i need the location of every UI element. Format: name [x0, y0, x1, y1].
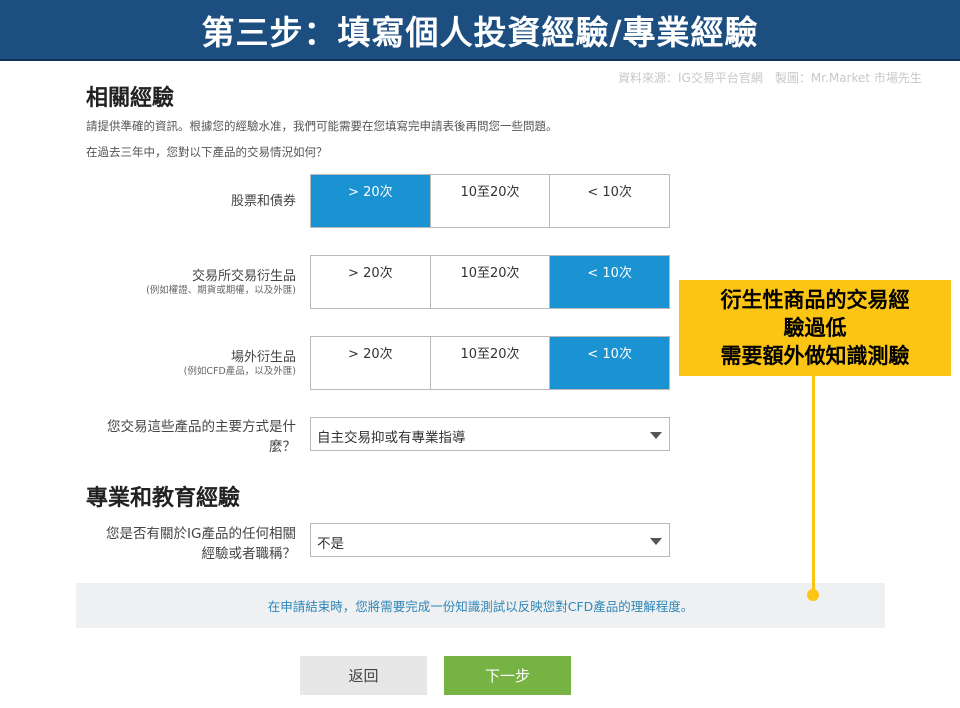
experience-intro: 請提供準確的資訊。根據您的經驗水准，我們可能需要在您填寫完申請表後再問您一些問題… — [86, 119, 558, 133]
segmented-exchange-derivatives: > 20次 10至20次 < 10次 — [310, 255, 670, 309]
row-label-text: 股票和債券 — [230, 194, 296, 209]
professional-question-line1: 您是否有關於IG產品的任何相關 — [106, 526, 296, 542]
method-question-line2: 麼？ — [269, 439, 296, 455]
next-button[interactable]: 下一步 — [444, 656, 571, 695]
experience-question: 在過去三年中，您對以下產品的交易情況如何？ — [86, 145, 328, 159]
row-label-exchange-derivatives: 交易所交易衍生品 (例如權證、期貨或期權，以及外匯) — [146, 268, 296, 297]
callout-line-1: 衍生性商品的交易經 — [720, 288, 910, 312]
back-button[interactable]: 返回 — [300, 656, 427, 695]
option-over-20[interactable]: > 20次 — [311, 175, 431, 227]
option-over-20[interactable]: > 20次 — [311, 256, 431, 308]
option-10-to-20[interactable]: 10至20次 — [431, 175, 551, 227]
callout-connector — [812, 376, 815, 594]
row-label-text: 場外衍生品 — [230, 350, 296, 365]
option-over-20[interactable]: > 20次 — [311, 337, 431, 389]
annotation-callout: 衍生性商品的交易經 驗過低 需要額外做知識測驗 — [679, 280, 951, 376]
trading-method-value: 自主交易抑或有專業指導 — [317, 430, 466, 446]
notice-text: 在申請結束時，您將需要完成一份知識測試以反映您對CFD產品的理解程度。 — [267, 599, 694, 614]
professional-experience-value: 不是 — [317, 536, 344, 552]
professional-experience-select[interactable]: 不是 — [310, 523, 670, 557]
method-question-line1: 您交易這些產品的主要方式是什 — [107, 419, 296, 435]
experience-heading: 相關經驗 — [86, 86, 175, 111]
row-label-note: (例如CFD產品，以及外匯) — [183, 366, 296, 377]
option-10-to-20[interactable]: 10至20次 — [431, 337, 551, 389]
chevron-down-icon — [650, 432, 662, 439]
callout-line-2: 驗過低 — [783, 316, 847, 340]
segmented-stocks-bonds: > 20次 10至20次 < 10次 — [310, 174, 670, 228]
source-note: 資料來源：IG交易平台官網 製圖：Mr.Market 市場先生 — [618, 71, 922, 85]
row-label-otc-derivatives: 場外衍生品 (例如CFD產品，以及外匯) — [184, 349, 296, 378]
method-question: 您交易這些產品的主要方式是什 麼？ — [107, 417, 296, 457]
segmented-otc-derivatives: > 20次 10至20次 < 10次 — [310, 336, 670, 390]
callout-dot — [807, 589, 819, 601]
option-under-10[interactable]: < 10次 — [550, 175, 669, 227]
row-label-note: (例如權證、期貨或期權，以及外匯) — [146, 285, 296, 296]
option-under-10[interactable]: < 10次 — [550, 256, 670, 308]
row-label-stocks-bonds: 股票和債券 — [231, 193, 296, 210]
professional-heading: 專業和教育經驗 — [86, 486, 241, 511]
title-banner: 第三步：填寫個人投資經驗/專業經驗 — [0, 0, 960, 61]
row-label-text: 交易所交易衍生品 — [191, 269, 296, 284]
chevron-down-icon — [650, 538, 662, 545]
trading-method-select[interactable]: 自主交易抑或有專業指導 — [310, 417, 670, 451]
option-under-10[interactable]: < 10次 — [550, 337, 670, 389]
option-10-to-20[interactable]: 10至20次 — [431, 256, 551, 308]
knowledge-test-notice: 在申請結束時，您將需要完成一份知識測試以反映您對CFD產品的理解程度。 — [76, 583, 885, 628]
banner-title: 第三步：填寫個人投資經驗/專業經驗 — [201, 12, 759, 52]
professional-question: 您是否有關於IG產品的任何相關 經驗或者職稱？ — [106, 524, 296, 564]
professional-question-line2: 經驗或者職稱？ — [201, 546, 297, 562]
callout-line-3: 需要額外做知識測驗 — [720, 344, 910, 368]
